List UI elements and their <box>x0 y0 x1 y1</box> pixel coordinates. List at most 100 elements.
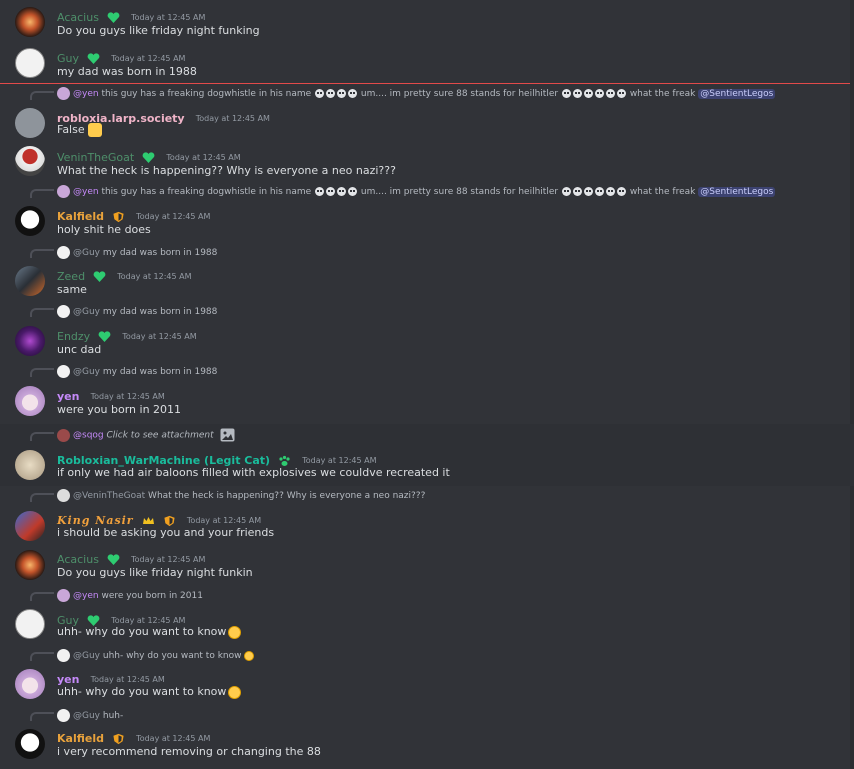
username[interactable]: Guy <box>57 52 79 65</box>
reply-preview[interactable]: @Guy my dad was born in 1988 <box>57 365 217 378</box>
timestamp[interactable]: Today at 12:45 AM <box>117 272 191 281</box>
crying-face-icon <box>243 650 254 661</box>
avatar[interactable] <box>15 326 45 356</box>
timestamp[interactable]: Today at 12:45 AM <box>131 13 205 22</box>
reply-preview[interactable]: @yen this guy has a freaking dogwhistle … <box>57 87 776 100</box>
message-item[interactable]: @Guy my dad was born in 1988 Endzy Today… <box>0 304 854 364</box>
mention[interactable]: @SentientLegos <box>698 89 776 99</box>
skull-icon <box>572 89 582 98</box>
reply-avatar <box>57 246 70 259</box>
reply-preview[interactable]: @sqog Click to see attachment <box>57 428 235 442</box>
timestamp[interactable]: Today at 12:45 AM <box>91 392 165 401</box>
skull-icon <box>572 187 582 196</box>
username[interactable]: Kalfield <box>57 210 104 223</box>
skull-icon <box>326 187 336 196</box>
reply-spine <box>30 189 54 198</box>
avatar[interactable] <box>15 450 45 480</box>
username[interactable]: Acacius <box>57 11 99 24</box>
skull-icon <box>605 187 615 196</box>
message-text: uhh- why do you want to know <box>57 625 242 639</box>
message-item[interactable]: @Guy huh- Kalfield Today at 12:45 AM i v… <box>0 707 854 767</box>
reply-avatar <box>57 365 70 378</box>
reply-spine <box>30 368 54 377</box>
timestamp[interactable]: Today at 12:45 AM <box>122 332 196 341</box>
message-item[interactable]: @Guy my dad was born in 1988 yen Today a… <box>0 364 854 424</box>
reply-preview[interactable]: @Guy uhh- why do you want to know <box>57 649 254 662</box>
username[interactable]: yen <box>57 390 79 403</box>
message-item[interactable]: @Guy my dad was born in 1988 Zeed Today … <box>0 245 854 303</box>
mention[interactable]: @SentientLegos <box>698 187 776 197</box>
username[interactable]: Endzy <box>57 330 90 343</box>
avatar[interactable] <box>15 669 45 699</box>
avatar[interactable] <box>15 266 45 296</box>
avatar[interactable] <box>15 386 45 416</box>
timestamp[interactable]: Today at 12:45 AM <box>111 54 185 63</box>
avatar[interactable] <box>15 550 45 580</box>
message-item[interactable]: @yen were you born in 2011 Guy Today at … <box>0 587 854 647</box>
skull-icon <box>561 187 571 196</box>
avatar[interactable] <box>15 48 45 78</box>
username[interactable]: Zeed <box>57 270 85 283</box>
timestamp[interactable]: Today at 12:45 AM <box>196 114 270 123</box>
skull-icon <box>337 89 347 98</box>
timestamp[interactable]: Today at 12:45 AM <box>111 616 185 625</box>
reply-preview[interactable]: @yen this guy has a freaking dogwhistle … <box>57 185 776 198</box>
reply-spine <box>30 493 54 502</box>
username[interactable]: Acacius <box>57 553 99 566</box>
heart-hand-badge-icon <box>107 11 120 23</box>
skull-icon <box>605 89 615 98</box>
message-item[interactable]: @sqog Click to see attachment Robloxian_… <box>0 424 854 486</box>
message-item[interactable]: Acacius Today at 12:45 AM Do you guys li… <box>0 546 854 586</box>
avatar[interactable] <box>15 511 45 541</box>
reply-spine <box>30 592 54 601</box>
timestamp[interactable]: Today at 12:45 AM <box>91 675 165 684</box>
reply-avatar <box>57 185 70 198</box>
message-text: What the heck is happening?? Why is ever… <box>57 164 396 177</box>
reply-spine <box>30 249 54 258</box>
username[interactable]: VeninTheGoat <box>57 151 134 164</box>
thumbs-down-icon <box>87 123 102 137</box>
message-text: same <box>57 283 87 296</box>
skull-icon <box>348 89 358 98</box>
username[interactable]: Kalfield <box>57 732 104 745</box>
message-text: my dad was born in 1988 <box>57 65 197 78</box>
timestamp[interactable]: Today at 12:45 AM <box>136 212 210 221</box>
reply-preview[interactable]: @Guy huh- <box>57 709 123 722</box>
message-item[interactable]: Guy Today at 12:45 AM my dad was born in… <box>0 44 854 84</box>
skull-icon <box>616 89 626 98</box>
reply-preview[interactable]: @Guy my dad was born in 1988 <box>57 246 217 259</box>
message-text: holy shit he does <box>57 223 151 236</box>
timestamp[interactable]: Today at 12:45 AM <box>187 516 261 525</box>
timestamp[interactable]: Today at 12:45 AM <box>131 555 205 564</box>
reply-avatar <box>57 709 70 722</box>
avatar[interactable] <box>15 108 45 138</box>
message-item[interactable]: @VeninTheGoat What the heck is happening… <box>0 486 854 546</box>
message-text: False <box>57 123 102 137</box>
avatar[interactable] <box>15 206 45 236</box>
reply-spine <box>30 432 54 441</box>
crying-face-icon <box>228 685 242 699</box>
message-item[interactable]: @yen this guy has a freaking dogwhistle … <box>0 185 854 243</box>
message-text: if only we had air baloons filled with e… <box>57 466 450 479</box>
shield-badge-icon <box>113 211 124 222</box>
message-item[interactable]: @yen this guy has a freaking dogwhistle … <box>0 86 854 140</box>
message-text: were you born in 2011 <box>57 403 182 416</box>
message-item[interactable]: @Guy uhh- why do you want to know yen To… <box>0 647 854 707</box>
avatar[interactable] <box>15 609 45 639</box>
avatar[interactable] <box>15 7 45 37</box>
timestamp[interactable]: Today at 12:45 AM <box>166 153 240 162</box>
avatar[interactable] <box>15 729 45 759</box>
reply-preview[interactable]: @Guy my dad was born in 1988 <box>57 305 217 318</box>
skull-icon <box>348 187 358 196</box>
message-item[interactable]: VeninTheGoat Today at 12:45 AM What the … <box>0 142 854 184</box>
message-item[interactable]: Acacius Today at 12:45 AM Do you guys li… <box>0 0 854 44</box>
message-text: Do you guys like friday night funking <box>57 24 260 37</box>
avatar[interactable] <box>15 146 45 176</box>
heart-hand-badge-icon <box>98 330 111 342</box>
timestamp[interactable]: Today at 12:45 AM <box>136 734 210 743</box>
skull-icon <box>326 89 336 98</box>
timestamp[interactable]: Today at 12:45 AM <box>302 456 376 465</box>
reply-avatar <box>57 87 70 100</box>
reply-preview[interactable]: @VeninTheGoat What the heck is happening… <box>57 489 425 502</box>
reply-preview[interactable]: @yen were you born in 2011 <box>57 589 203 602</box>
